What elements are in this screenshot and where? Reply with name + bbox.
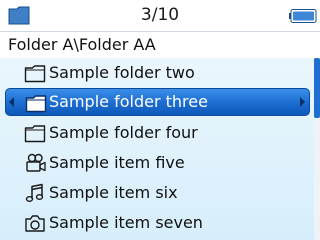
video-icon xyxy=(26,153,46,172)
list-item[interactable]: Sample item seven xyxy=(0,208,314,238)
item-counter: 3/10 xyxy=(140,5,180,25)
list-item-label: Sample folder two xyxy=(49,63,195,82)
list-item-label: Sample item six xyxy=(49,183,178,202)
list-item-selected[interactable]: Sample folder three xyxy=(5,88,310,116)
music-note-icon xyxy=(25,183,44,202)
folder-icon xyxy=(24,65,46,83)
list-item[interactable]: Sample item five xyxy=(0,148,314,178)
scrollbar-thumb[interactable] xyxy=(314,58,320,118)
list-item-label: Sample folder four xyxy=(49,123,198,142)
folder-icon xyxy=(25,95,47,113)
file-list: Sample folder two Sample folder three Sa… xyxy=(0,58,320,240)
folder-path: Folder A\Folder AA xyxy=(8,35,156,54)
list-item-label: Sample folder three xyxy=(49,92,208,111)
arrow-right-icon[interactable] xyxy=(300,97,305,107)
list-item-label: Sample item five xyxy=(49,153,185,172)
breadcrumb: Folder A\Folder AA xyxy=(0,31,320,59)
folder-icon xyxy=(24,125,46,143)
status-bar: 3/10 xyxy=(0,0,320,30)
list-item[interactable]: Sample folder two xyxy=(0,58,314,88)
scrollbar[interactable] xyxy=(314,58,320,240)
camera-icon xyxy=(25,215,45,232)
list-item-label: Sample item seven xyxy=(49,213,203,232)
arrow-left-icon[interactable] xyxy=(9,97,14,107)
list-item[interactable]: Sample item six xyxy=(0,178,314,208)
screen: 3/10 Folder A\Folder AA Sample folder tw… xyxy=(0,0,320,240)
battery-icon xyxy=(289,9,317,23)
list-item[interactable]: Sample folder four xyxy=(0,118,314,148)
